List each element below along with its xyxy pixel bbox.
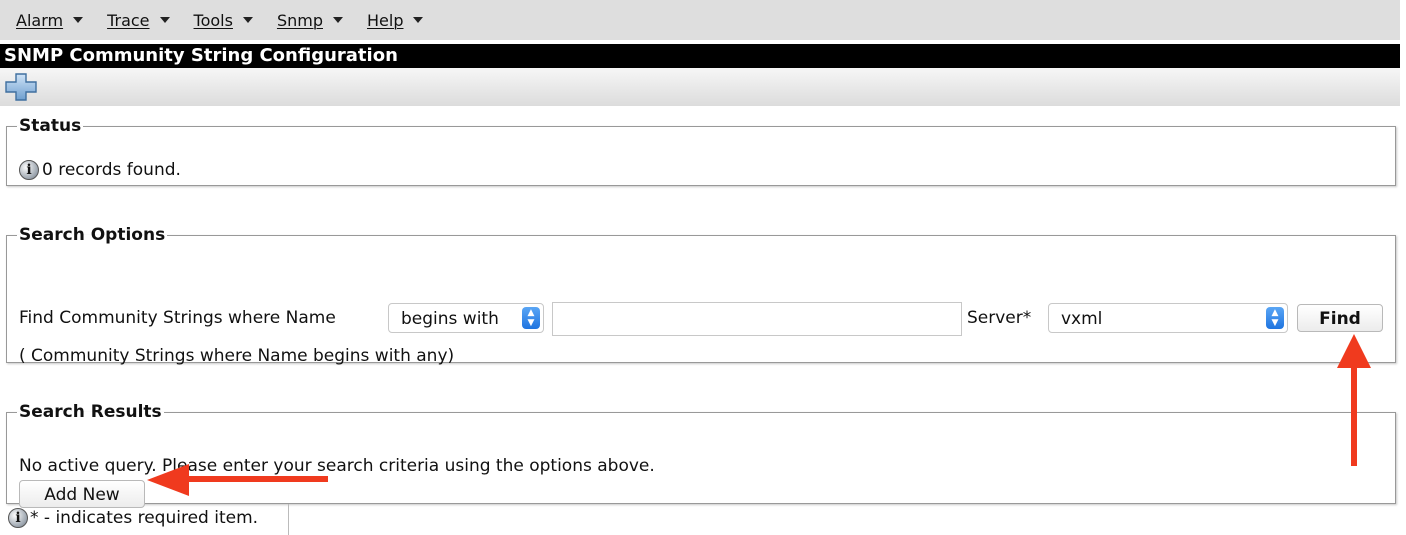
toolbar — [0, 68, 1400, 106]
page-title: SNMP Community String Configuration — [0, 44, 1400, 68]
menu-help[interactable]: Help — [367, 10, 424, 30]
match-type-select[interactable]: begins with ▲ ▼ — [388, 303, 544, 333]
server-select[interactable]: vxml ▲ ▼ — [1048, 303, 1288, 333]
select-arrows-icon: ▲ ▼ — [1266, 307, 1284, 329]
required-note: i * - indicates required item. — [8, 508, 258, 528]
add-new-button[interactable]: Add New — [19, 480, 145, 508]
menu-snmp[interactable]: Snmp — [277, 11, 343, 30]
status-legend: Status — [19, 116, 82, 136]
chevron-down-icon — [333, 17, 343, 23]
search-options-panel: Search Options Find Community Strings wh… — [6, 225, 1396, 366]
chevron-down-icon — [159, 17, 170, 23]
search-hint: ( Community Strings where Name begins wi… — [19, 346, 455, 366]
chevron-down-icon — [242, 17, 253, 23]
menu-alarm-label: Alarm — [16, 10, 64, 30]
menu-trace-label: Trace — [107, 10, 150, 30]
select-arrows-icon: ▲ ▼ — [522, 307, 540, 329]
status-line: i 0 records found. — [19, 160, 181, 180]
arrow-up-icon — [1337, 334, 1371, 466]
search-results-legend: Search Results — [19, 402, 162, 422]
no-query-message: No active query. Please enter your searc… — [19, 456, 655, 476]
info-icon: i — [8, 508, 28, 528]
chevron-down-icon — [73, 17, 84, 23]
find-row: Find Community Strings where Name begins… — [19, 301, 1389, 336]
menu-bar: Alarm Trace Tools Snmp Help — [0, 0, 1400, 40]
arrow-left-icon — [147, 464, 328, 496]
server-value: vxml — [1061, 309, 1103, 329]
chevron-down-icon — [413, 17, 424, 23]
divider — [288, 504, 289, 535]
menu-tools-label: Tools — [193, 10, 233, 30]
menu-snmp-label: Snmp — [276, 10, 323, 30]
find-label: Find Community Strings where Name — [19, 308, 336, 328]
status-message: 0 records found. — [42, 160, 181, 180]
find-button[interactable]: Find — [1297, 304, 1383, 332]
plus-icon[interactable] — [4, 72, 38, 102]
menu-help-label: Help — [367, 10, 404, 30]
server-label: Server* — [967, 308, 1032, 328]
search-options-legend: Search Options — [19, 225, 166, 245]
info-icon: i — [19, 160, 39, 180]
match-type-value: begins with — [401, 309, 499, 329]
menu-trace[interactable]: Trace — [107, 10, 170, 30]
search-input[interactable] — [552, 302, 962, 336]
status-panel: Status i 0 records found. — [6, 116, 1396, 186]
menu-tools[interactable]: Tools — [194, 11, 253, 30]
menu-alarm[interactable]: Alarm — [16, 10, 84, 30]
required-note-text: * - indicates required item. — [30, 508, 259, 528]
